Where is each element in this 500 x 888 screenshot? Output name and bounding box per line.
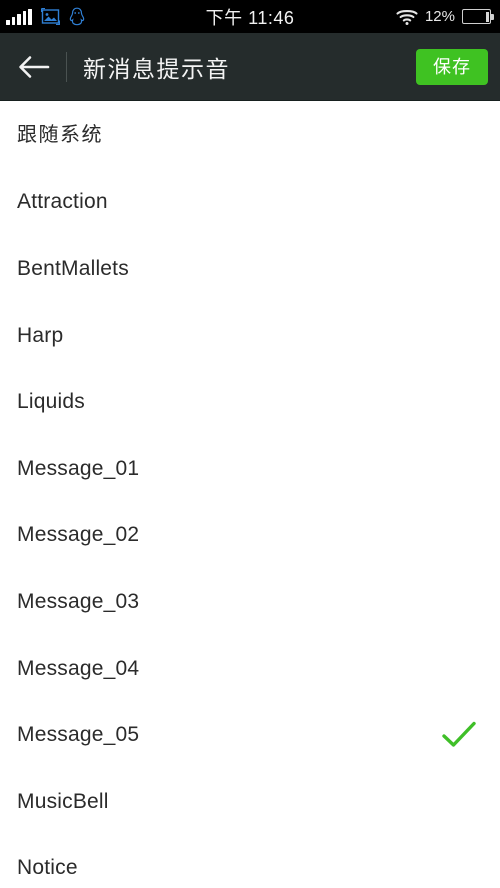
checkmark-icon — [442, 721, 476, 749]
phone-screen: 下午 11:46 12% 新消息提示音 保存 跟随系统 Attraction B… — [0, 0, 500, 888]
status-bar-right-icons: 12% — [396, 8, 494, 25]
list-item[interactable]: Attraction — [0, 169, 500, 236]
list-item[interactable]: MusicBell — [0, 768, 500, 835]
list-item[interactable]: Message_03 — [0, 568, 500, 635]
list-item-label: BentMallets — [17, 256, 129, 280]
qq-penguin-icon — [69, 7, 85, 26]
signal-bars-icon — [6, 8, 32, 25]
save-button[interactable]: 保存 — [416, 48, 488, 85]
wifi-icon — [396, 9, 418, 25]
list-item[interactable]: Harp — [0, 302, 500, 369]
list-item[interactable]: 跟随系统 — [0, 102, 500, 169]
ringtone-list: 跟随系统 Attraction BentMallets Harp Liquids Mess… — [0, 101, 500, 888]
gallery-image-icon — [40, 8, 60, 25]
list-item[interactable]: BentMallets — [0, 235, 500, 302]
app-header: 新消息提示音 保存 — [0, 33, 500, 101]
battery-percent-label: 12% — [424, 8, 455, 25]
list-item[interactable]: Message_04 — [0, 635, 500, 702]
list-item-label: Message_02 — [17, 523, 140, 547]
list-item[interactable]: Message_05 — [0, 701, 500, 768]
list-item-label: Message_04 — [17, 656, 140, 680]
back-arrow-icon — [18, 54, 50, 80]
list-item-label: MusicBell — [17, 789, 109, 813]
list-item[interactable]: Liquids — [0, 368, 500, 435]
list-item-label: Attraction — [17, 190, 108, 214]
list-item-label: Harp — [17, 323, 64, 347]
status-bar-left-icons — [6, 7, 85, 26]
header-divider — [66, 51, 67, 82]
page-title: 新消息提示音 — [83, 55, 230, 82]
list-item-label: Message_03 — [17, 589, 140, 613]
status-bar: 下午 11:46 12% — [0, 0, 500, 33]
list-item[interactable]: Message_02 — [0, 502, 500, 569]
list-item[interactable]: Message_01 — [0, 435, 500, 502]
back-button[interactable] — [18, 45, 58, 89]
list-item-label: Message_01 — [17, 456, 140, 480]
list-item[interactable]: Notice — [0, 835, 500, 888]
list-item-label: 跟随系统 — [17, 124, 103, 147]
list-item-label: Notice — [17, 856, 78, 880]
list-item-label: Liquids — [17, 390, 85, 414]
battery-icon — [462, 9, 494, 24]
list-item-label: Message_05 — [17, 723, 140, 747]
